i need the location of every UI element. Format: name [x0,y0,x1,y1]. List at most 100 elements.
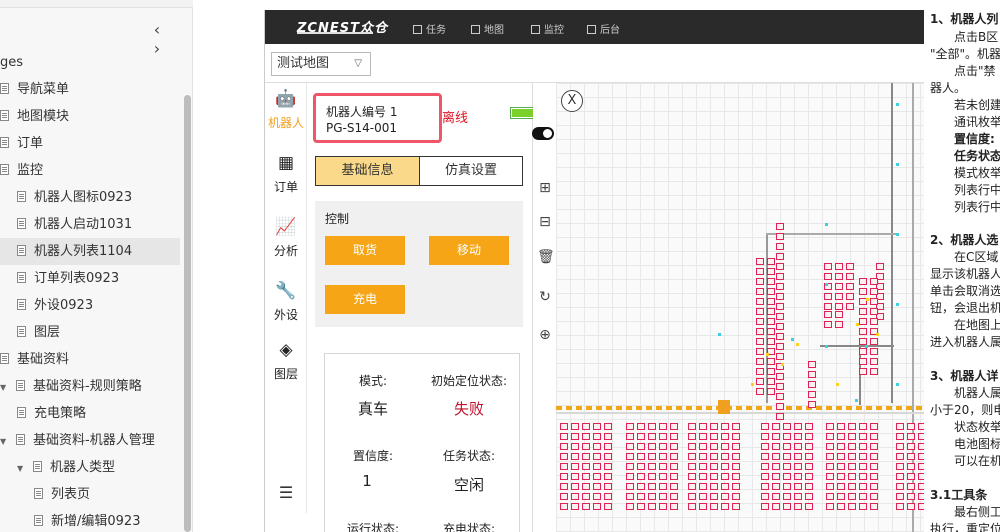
rack [756,268,764,275]
document-icon [0,83,9,94]
chevron-down-icon[interactable]: ▼ [17,455,27,482]
rail-analytics[interactable]: 📈 分析 [265,217,307,259]
rack [688,473,696,480]
panel-tabs: 基础信息 仿真设置 [315,156,523,186]
rack [637,503,645,510]
map-select[interactable]: 测试地图 ▽ [271,52,371,76]
rack [593,483,601,490]
rack [582,423,590,430]
tree-item[interactable]: 新增/编辑0923 [0,508,140,532]
move-button[interactable]: 移动 [429,236,509,265]
rack [826,423,834,430]
add-robot-icon[interactable]: ⊞ [537,180,553,196]
rack [699,493,707,500]
tree-item-label: 机器人启动1031 [34,217,133,232]
chevron-left-icon[interactable]: ‹ [146,20,168,39]
rack [767,308,775,315]
tree-item[interactable]: ▼ 基础资料-机器人管理 [0,427,155,454]
tree-item[interactable]: 基础资料 [0,346,69,373]
rack [604,443,612,450]
rack [846,283,854,290]
side-rail: 🤖 机器人 ▦ 订单 📈 分析 🔧 外设 ◈ 图层 ☰ [265,83,307,513]
warehouse-map[interactable] [556,83,925,532]
rack [560,423,568,430]
refresh-icon[interactable]: ↻ [537,289,553,305]
locate-icon[interactable]: ⊕ [537,327,553,343]
tree-item[interactable]: 订单 [0,130,43,157]
tab-sim-settings[interactable]: 仿真设置 [420,157,522,185]
menu-icon[interactable]: ☰ [265,483,307,502]
rack [626,433,634,440]
close-icon[interactable]: X [561,90,583,112]
rack [907,463,915,470]
rack [582,483,590,490]
map-marker [856,323,859,326]
doc-text: 模式枚举 [954,166,1000,180]
doc-text: 钮，会退出机 [930,301,1000,315]
rack [761,463,769,470]
rack [772,443,780,450]
tree-item[interactable]: 导航菜单 [0,76,69,103]
tree-item-label: 基础资料-规则策略 [33,379,142,394]
nav-admin-label: 后台 [600,25,620,36]
rack [593,453,601,460]
rack [670,443,678,450]
chevron-down-icon[interactable]: ▼ [0,374,10,401]
rack [659,423,667,430]
remove-robot-icon[interactable]: ⊟ [537,214,553,230]
document-icon [17,326,26,337]
rack [571,463,579,470]
nav-map[interactable]: 地图 [471,21,504,36]
tree-item[interactable]: 图层 [0,319,60,346]
rack [896,433,904,440]
tree-item[interactable]: 机器人图标0923 [0,184,132,211]
tree-item[interactable]: ▼ 机器人类型 [0,454,115,481]
rack [824,263,832,270]
tree-item[interactable]: 监控 [0,157,43,184]
robot-toggle[interactable] [532,127,554,140]
rack [870,433,878,440]
charge-button[interactable]: 充电 [325,285,405,314]
rack [783,433,791,440]
map-node [855,399,858,402]
nav-tasks[interactable]: 任务 [413,21,446,36]
tree-item[interactable]: 机器人列表1104 [0,238,180,265]
tree-item[interactable]: 机器人启动1031 [0,211,132,238]
tree-item[interactable]: 列表页 [0,481,90,508]
tree-item[interactable]: 充电策略 [0,400,86,427]
rack [826,453,834,460]
rack [805,443,813,450]
rail-robot[interactable]: 🤖 机器人 [265,89,307,131]
document-icon [0,353,9,364]
tree-item[interactable]: 地图模块 [0,103,69,130]
tree-item[interactable]: ▼ 基础资料-规则策略 [0,373,142,400]
rack [767,288,775,295]
pick-button[interactable]: 取货 [325,236,405,265]
chevron-right-icon[interactable]: › [146,39,168,58]
rack [808,401,816,408]
tab-basic-info[interactable]: 基础信息 [316,157,420,185]
tree-item[interactable]: 外设0923 [0,292,93,319]
rack [783,463,791,470]
doc-text: 电池图标 [954,437,1000,451]
nav-monitor[interactable]: 监控 [531,21,564,36]
rack [846,263,854,270]
delete-icon[interactable]: 🗑 [537,249,555,265]
robot-marker[interactable] [718,400,730,414]
chevron-down-icon[interactable]: ▼ [0,428,10,455]
nav-admin[interactable]: 后台 [587,21,620,36]
rail-peripherals[interactable]: 🔧 外设 [265,281,307,323]
rail-orders[interactable]: ▦ 订单 [265,153,307,195]
rack [805,483,813,490]
map-node [896,103,899,106]
rack [670,503,678,510]
rack [776,223,784,230]
rack [721,473,729,480]
rail-layers[interactable]: ◈ 图层 [265,340,307,382]
robot-number: 机器人编号 1 [326,105,398,119]
tree-item[interactable]: 订单列表0923 [0,265,119,292]
tree-scrollbar[interactable] [184,95,191,532]
rack [783,423,791,430]
rack [907,423,915,430]
nav-map-label: 地图 [484,25,504,36]
